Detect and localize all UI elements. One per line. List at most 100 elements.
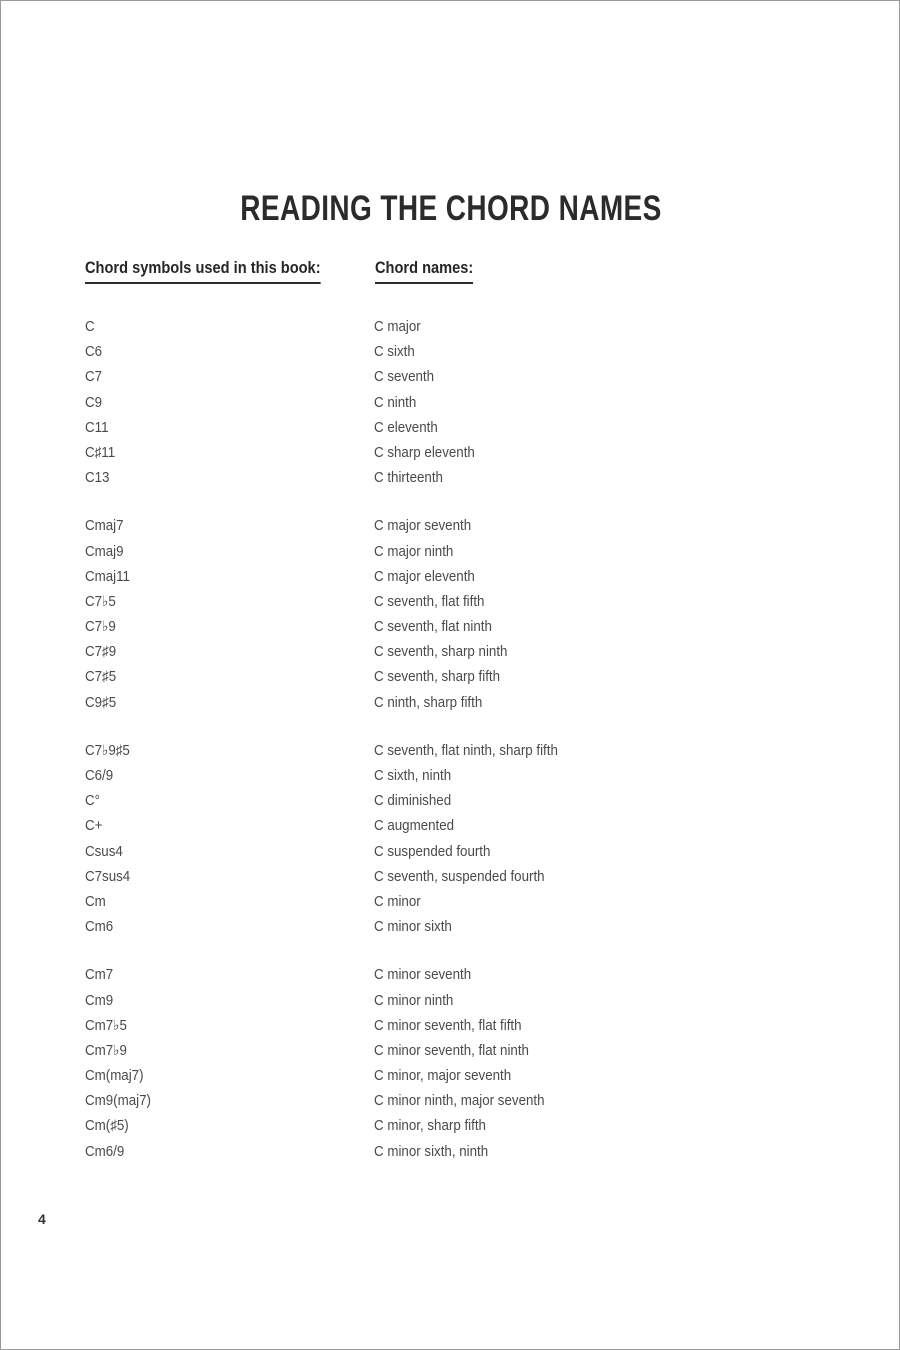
chord-symbol: Cm7♭9 [85, 1042, 127, 1059]
chord-symbol: C11 [85, 419, 109, 436]
chord-group: C C major C6 C sixth C7 C seventh C9 C ninth C11… [85, 315, 785, 491]
chord-name: C minor ninth, major seventh [374, 1093, 545, 1110]
chord-group: C7♭9♯5 C seventh, flat ninth, sharp fifth… [85, 739, 785, 941]
table-row: Cmaj11 C major eleventh [85, 565, 785, 590]
chord-name: C seventh, flat fifth [374, 593, 485, 610]
table-row: C7♯9 C seventh, sharp ninth [85, 640, 785, 665]
chord-name: C minor ninth [374, 992, 454, 1009]
table-row: Cm9 C minor ninth [85, 989, 785, 1014]
chord-symbol: C9♯5 [85, 694, 117, 711]
chord-name: C major [374, 319, 421, 335]
table-row: Cm6 C minor sixth [85, 915, 785, 940]
chord-name: C ninth, sharp fifth [374, 694, 483, 711]
chord-name: C sharp eleventh [374, 444, 475, 461]
chord-symbol: C [85, 319, 95, 335]
chord-symbol: Cm9(maj7) [85, 1093, 151, 1110]
table-row: C11 C eleventh [85, 416, 785, 441]
chord-symbol: Cm9 [85, 992, 114, 1009]
chord-symbol: Csus4 [85, 843, 123, 860]
table-row: C° C diminished [85, 789, 785, 814]
table-row: C+ C augmented [85, 814, 785, 839]
chord-reference-table: Chord symbols used in this book: Chord n… [85, 257, 785, 1160]
chord-symbol: C7♯9 [85, 644, 117, 661]
chord-name: C major ninth [374, 543, 454, 560]
page-number: 4 [38, 1211, 46, 1227]
table-row: Cm(maj7) C minor, major seventh [85, 1064, 785, 1089]
document-page: READING THE CHORD NAMES Chord symbols us… [0, 0, 900, 1350]
table-body: C C major C6 C sixth C7 C seventh C9 C ninth C11… [85, 315, 785, 1188]
chord-symbol: Cm(maj7) [85, 1068, 144, 1085]
column-header-chord-symbols: Chord symbols used in this book: [85, 257, 321, 284]
chord-symbol: C7sus4 [85, 868, 131, 885]
chord-symbol: C9 [85, 394, 103, 411]
table-row: C7♭5 C seventh, flat fifth [85, 590, 785, 615]
chord-name: C major eleventh [374, 568, 475, 585]
table-row: Csus4 C suspended fourth [85, 840, 785, 865]
chord-symbol: Cm7 [85, 967, 114, 984]
chord-name: C seventh, sharp ninth [374, 644, 508, 661]
chord-symbol: C6/9 [85, 768, 114, 784]
chord-name: C minor sixth [374, 919, 452, 936]
table-row: Cm C minor [85, 890, 785, 915]
table-row: C13 C thirteenth [85, 466, 785, 491]
chord-symbol: Cm [85, 893, 106, 910]
table-row: C C major [85, 315, 785, 340]
chord-name: C seventh [374, 369, 435, 386]
table-row: C6 C sixth [85, 340, 785, 365]
chord-name: C seventh, suspended fourth [374, 868, 545, 885]
chord-symbol: C7♯5 [85, 669, 117, 686]
chord-name: C minor sixth, ninth [374, 1143, 489, 1160]
chord-name: C sixth [374, 344, 415, 361]
chord-symbol: C+ [85, 818, 103, 835]
chord-symbol: Cm6/9 [85, 1143, 125, 1160]
chord-symbol: C6 [85, 344, 103, 361]
chord-symbol: C7♭5 [85, 593, 116, 610]
chord-name: C diminished [374, 793, 452, 810]
chord-name: C sixth, ninth [374, 768, 452, 784]
table-row: C7♭9♯5 C seventh, flat ninth, sharp fifth [85, 739, 785, 764]
chord-group: Cmaj7 C major seventh Cmaj9 C major ninth Cm… [85, 514, 785, 716]
chord-symbol: Cm7♭5 [85, 1017, 127, 1034]
chord-symbol: C7♭9 [85, 619, 116, 636]
table-row: C7♯5 C seventh, sharp fifth [85, 665, 785, 690]
chord-symbol: C7 [85, 369, 103, 386]
chord-symbol: Cm6 [85, 919, 114, 936]
chord-symbol: Cmaj7 [85, 518, 124, 535]
table-row: Cm7♭9 C minor seventh, flat ninth [85, 1039, 785, 1064]
chord-symbol: Cmaj9 [85, 543, 124, 560]
chord-name: C seventh, sharp fifth [374, 669, 501, 686]
chord-name: C major seventh [374, 518, 472, 535]
chord-name: C minor, sharp fifth [374, 1118, 486, 1135]
chord-name: C suspended fourth [374, 843, 491, 860]
chord-name: C minor seventh, flat ninth [374, 1042, 529, 1059]
chord-symbol: C13 [85, 470, 110, 487]
chord-symbol: C♯11 [85, 444, 116, 461]
column-header-chord-names: Chord names: [375, 257, 474, 284]
page-title: READING THE CHORD NAMES [240, 189, 662, 229]
chord-name: C minor, major seventh [374, 1068, 512, 1085]
table-row: Cm7♭5 C minor seventh, flat fifth [85, 1014, 785, 1039]
chord-name: C eleventh [374, 419, 438, 436]
table-header-row: Chord symbols used in this book: Chord n… [85, 257, 785, 291]
table-row: C7♭9 C seventh, flat ninth [85, 615, 785, 640]
chord-symbol: Cm(♯5) [85, 1118, 129, 1135]
table-row: Cm(♯5) C minor, sharp fifth [85, 1114, 785, 1139]
chord-name: C thirteenth [374, 470, 443, 487]
chord-group: Cm7 C minor seventh Cm9 C minor ninth Cm7♭5 C… [85, 963, 785, 1165]
table-row: C7 C seventh [85, 365, 785, 390]
table-row: Cm7 C minor seventh [85, 963, 785, 988]
chord-symbol: C° [85, 793, 100, 810]
chord-name: C augmented [374, 818, 455, 835]
chord-name: C seventh, flat ninth [374, 619, 492, 636]
table-row: Cm9(maj7) C minor ninth, major seventh [85, 1089, 785, 1114]
table-row: C7sus4 C seventh, suspended fourth [85, 865, 785, 890]
chord-symbol: Cmaj11 [85, 568, 130, 585]
table-row: C9 C ninth [85, 391, 785, 416]
table-row: Cmaj9 C major ninth [85, 540, 785, 565]
table-row: C♯11 C sharp eleventh [85, 441, 785, 466]
chord-name: C minor [374, 893, 421, 910]
chord-name: C seventh, flat ninth, sharp fifth [374, 742, 558, 759]
table-row: C6/9 C sixth, ninth [85, 764, 785, 789]
chord-name: C minor seventh, flat fifth [374, 1017, 522, 1034]
chord-symbol: C7♭9♯5 [85, 742, 130, 759]
